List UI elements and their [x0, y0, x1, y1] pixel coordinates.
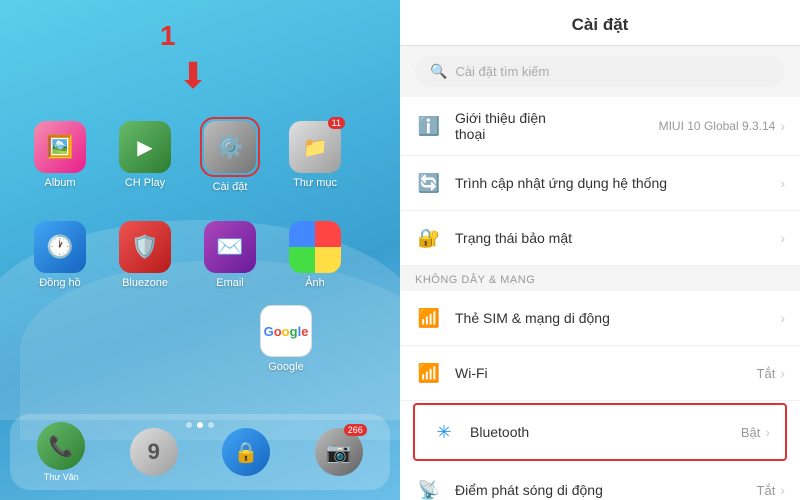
settings-wrapper: Cài đặt 🔍 Cài đặt tìm kiếm ℹ️ Giới thiệu… [400, 0, 800, 500]
dock-lock[interactable]: 🔒 [222, 428, 270, 476]
phone-icon: 📞 [37, 422, 85, 470]
wifi-icon: 📶 [415, 359, 443, 387]
folder-icon: 📁 11 [289, 121, 341, 173]
app-settings[interactable]: ⚙️ Cài đặt [190, 110, 270, 200]
bluezone-label: Bluezone [122, 277, 168, 289]
chplay-icon: ▶ [119, 121, 171, 173]
bluetooth-content: Bluetooth [470, 424, 741, 440]
bluetooth-icon: ✳ [430, 418, 458, 446]
app-clock[interactable]: 🕐 Đồng hồ [20, 210, 100, 300]
bluezone-icon: 🛡️ [119, 221, 171, 273]
sim-label: Thẻ SIM & mạng di động [455, 310, 780, 326]
album-icon: 🖼️ [34, 121, 86, 173]
intro-content: Giới thiệu điệnthoại [455, 110, 659, 142]
update-label: Trình cập nhật ứng dụng hệ thống [455, 175, 780, 191]
album-label: Album [44, 177, 75, 189]
camera-icon: 📷 266 [315, 428, 363, 476]
clock-label: Đồng hồ [39, 277, 81, 289]
app-grid-row3: Google Google [260, 305, 312, 373]
sim-content: Thẻ SIM & mạng di động [455, 310, 780, 326]
clock-icon: 🕐 [34, 221, 86, 273]
update-icon: 🔄 [415, 169, 443, 197]
email-label: Email [216, 277, 244, 289]
settings-item-intro[interactable]: ℹ️ Giới thiệu điệnthoại MIUI 10 Global 9… [400, 97, 800, 156]
step1-arrow: ⬇ [178, 55, 208, 97]
dock-numpad[interactable]: 9 [130, 428, 178, 476]
bluetooth-value: Bật [741, 425, 761, 440]
bottom-dock: 📞 Thư Văn 9 🔒 📷 266 [10, 414, 390, 490]
email-icon: ✉️ [204, 221, 256, 273]
settings-item-sim[interactable]: 📶 Thẻ SIM & mạng di động › [400, 291, 800, 346]
app-email[interactable]: ✉️ Email [190, 210, 270, 300]
search-placeholder: Cài đặt tìm kiếm [455, 64, 549, 79]
wifi-label: Wi-Fi [455, 365, 757, 381]
folder-badge: 11 [328, 117, 345, 129]
dock-phone[interactable]: 📞 Thư Văn [37, 422, 85, 482]
settings-icon: ⚙️ [204, 121, 256, 173]
security-icon: 🔐 [415, 224, 443, 252]
sim-icon: 📶 [415, 304, 443, 332]
settings-item-wifi[interactable]: 📶 Wi-Fi Tắt › [400, 346, 800, 401]
photos-icon [289, 221, 341, 273]
bluetooth-chevron: › [765, 424, 770, 440]
settings-item-bluetooth[interactable]: ✳ Bluetooth Bật › [413, 403, 787, 461]
search-bar[interactable]: 🔍 Cài đặt tìm kiếm [415, 56, 785, 87]
intro-label: Giới thiệu điệnthoại [455, 110, 659, 142]
dock-phone-label: Thư Văn [44, 472, 79, 482]
app-album[interactable]: 🖼️ Album [20, 110, 100, 200]
app-photos[interactable]: Ảnh [275, 210, 355, 300]
update-chevron: › [780, 175, 785, 191]
app-folder[interactable]: 📁 11 Thư mục [275, 110, 355, 200]
update-content: Trình cập nhật ứng dụng hệ thống [455, 175, 780, 191]
settings-highlight: ⚙️ [200, 117, 260, 177]
settings-title: Cài đặt [420, 15, 780, 35]
wifi-chevron: › [780, 365, 785, 381]
settings-item-security[interactable]: 🔐 Trạng thái bảo mật › [400, 211, 800, 266]
hotspot-chevron: › [780, 482, 785, 498]
security-label: Trạng thái bảo mật [455, 230, 780, 246]
chplay-label: CH Play [125, 177, 165, 189]
app-bluezone[interactable]: 🛡️ Bluezone [105, 210, 185, 300]
wifi-content: Wi-Fi [455, 365, 757, 381]
bluetooth-wrapper: ✳ Bluetooth Bật › ⬅ 2 [408, 403, 792, 461]
settings-item-hotspot[interactable]: 📡 Điểm phát sóng di động Tắt › [400, 463, 800, 500]
settings-item-update[interactable]: 🔄 Trình cập nhật ứng dụng hệ thống › [400, 156, 800, 211]
step1-label: 1 [160, 20, 176, 52]
settings-header: Cài đặt [400, 0, 800, 46]
app-chplay[interactable]: ▶ CH Play [105, 110, 185, 200]
settings-label: Cài đặt [213, 181, 248, 193]
app-google[interactable]: Google Google [260, 305, 312, 373]
search-icon: 🔍 [430, 63, 447, 80]
intro-chevron: › [780, 118, 785, 134]
phone-screen: 1 ⬇ 🖼️ Album ▶ CH Play ⚙️ Cài đặt 📁 11 T… [0, 0, 400, 500]
photos-label: Ảnh [305, 277, 325, 289]
settings-list: ℹ️ Giới thiệu điệnthoại MIUI 10 Global 9… [400, 97, 800, 500]
intro-value: MIUI 10 Global 9.3.14 [659, 119, 776, 133]
folder-label: Thư mục [293, 177, 337, 189]
numpad-icon: 9 [130, 428, 178, 476]
hotspot-icon: 📡 [415, 476, 443, 500]
sim-chevron: › [780, 310, 785, 326]
security-content: Trạng thái bảo mật [455, 230, 780, 246]
hotspot-value: Tắt [757, 483, 776, 498]
intro-icon: ℹ️ [415, 112, 443, 140]
settings-panel: Cài đặt 🔍 Cài đặt tìm kiếm ℹ️ Giới thiệu… [400, 0, 800, 500]
wifi-value: Tắt [757, 366, 776, 381]
bluetooth-label: Bluetooth [470, 424, 741, 440]
dock-camera[interactable]: 📷 266 [315, 428, 363, 476]
hotspot-label: Điểm phát sóng di động [455, 482, 757, 498]
camera-badge: 266 [344, 424, 367, 436]
hotspot-content: Điểm phát sóng di động [455, 482, 757, 498]
google-icon: Google [260, 305, 312, 357]
lock-icon: 🔒 [222, 428, 270, 476]
security-chevron: › [780, 230, 785, 246]
google-label: Google [268, 361, 303, 373]
section-network-header: KHÔNG DÂY & MẠNG [400, 266, 800, 291]
